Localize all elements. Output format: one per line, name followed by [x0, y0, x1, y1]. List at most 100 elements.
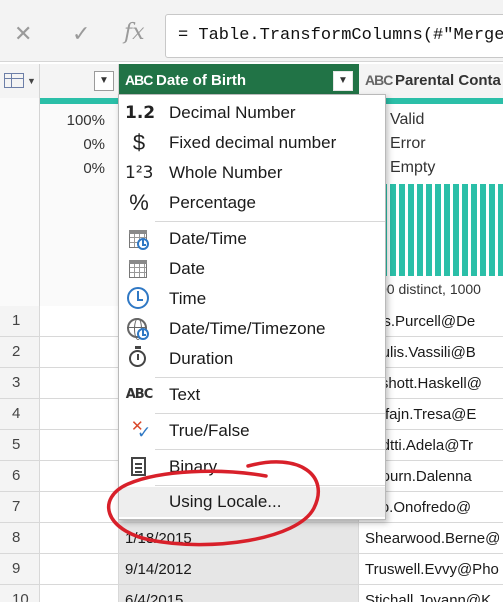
menu-item-label: Time	[169, 289, 207, 308]
table-icon[interactable]	[4, 73, 24, 88]
menu-item-label: Using Locale...	[169, 492, 282, 511]
row-number[interactable]: 4	[0, 399, 40, 430]
menu-item-label: Date	[169, 259, 205, 278]
index-cell[interactable]	[40, 461, 119, 492]
table-row: 10 6/4/2015 Stichall.Jovann@K	[0, 585, 503, 602]
formula-input[interactable]: = Table.TransformColumns(#"Merged	[165, 14, 503, 58]
menu-item-date[interactable]: Date	[119, 254, 385, 284]
column-filter-button[interactable]: ▼	[333, 71, 353, 91]
menu-divider	[155, 449, 385, 450]
distribution-bar	[408, 184, 414, 276]
menu-divider	[155, 377, 385, 378]
distribution-bar	[480, 184, 486, 276]
index-cell[interactable]	[40, 554, 119, 585]
column-filter-button[interactable]: ▼	[94, 71, 114, 91]
text-type-icon[interactable]: ABC	[125, 72, 153, 88]
menu-item-label: Percentage	[169, 193, 256, 212]
text-type-icon[interactable]: ABC	[365, 72, 393, 88]
distribution-bar	[471, 184, 477, 276]
formula-bar: ✕ ✓ fx = Table.TransformColumns(#"Merged	[0, 0, 503, 62]
fx-icon[interactable]: fx	[124, 20, 145, 45]
menu-item-decimal-number[interactable]: 1.2 Decimal Number	[119, 98, 385, 128]
valid-percent: 100%	[66, 112, 105, 129]
date-time-icon	[125, 226, 153, 252]
menu-item-using-locale[interactable]: Using Locale...	[119, 487, 385, 517]
index-cell[interactable]	[40, 523, 119, 554]
menu-divider	[155, 485, 385, 486]
duration-icon	[125, 346, 153, 372]
fixed-decimal-icon: $	[132, 130, 146, 155]
menu-divider	[155, 221, 385, 222]
menu-item-date-time-timezone[interactable]: Date/Time/Timezone	[119, 314, 385, 344]
row-number[interactable]: 6	[0, 461, 40, 492]
commit-icon[interactable]: ✓	[72, 22, 90, 47]
quality-bar	[40, 98, 119, 104]
table-row: 8 1/18/2015 Shearwood.Berne@	[0, 523, 503, 554]
row-number[interactable]: 2	[0, 337, 40, 368]
parental-contact-cell[interactable]: Truswell.Evvy@Pho	[359, 554, 503, 585]
menu-item-label: Date/Time/Timezone	[169, 319, 326, 338]
true-false-icon: ✕ ✓	[131, 417, 152, 443]
index-cell[interactable]	[40, 306, 119, 337]
date-time-timezone-icon	[125, 316, 153, 342]
row-number[interactable]: 10	[0, 585, 40, 602]
whole-number-icon: 1²3	[125, 163, 154, 183]
date-of-birth-cell[interactable]: 1/18/2015	[119, 523, 359, 554]
error-label: Error	[390, 135, 426, 152]
menu-item-text[interactable]: ABC Text	[119, 380, 385, 410]
row-number[interactable]: 1	[0, 306, 40, 337]
index-cell[interactable]	[40, 492, 119, 523]
column-profile-index: 100% 0% 0%	[40, 98, 119, 306]
text-icon: ABC	[125, 387, 154, 402]
menu-item-label: Duration	[169, 349, 234, 368]
index-cell[interactable]	[40, 430, 119, 461]
index-cell[interactable]	[40, 399, 119, 430]
row-number[interactable]: 9	[0, 554, 40, 585]
percentage-icon: %	[129, 190, 149, 215]
menu-item-label: Decimal Number	[169, 103, 296, 122]
menu-item-date-time[interactable]: Date/Time	[119, 224, 385, 254]
distribution-bar	[489, 184, 495, 276]
row-number[interactable]: 8	[0, 523, 40, 554]
cancel-icon[interactable]: ✕	[14, 22, 32, 47]
row-number[interactable]: 3	[0, 368, 40, 399]
parental-contact-cell[interactable]: Shearwood.Berne@	[359, 523, 503, 554]
table-menu-header[interactable]: ▼	[0, 64, 40, 98]
menu-item-true-false[interactable]: ✕ ✓ True/False	[119, 416, 385, 446]
profile-row-gutter	[0, 98, 40, 306]
menu-item-label: Binary	[169, 457, 218, 476]
index-cell[interactable]	[40, 337, 119, 368]
date-of-birth-cell[interactable]: 9/14/2012	[119, 554, 359, 585]
menu-item-label: True/False	[169, 421, 250, 440]
column-header-parental-contact[interactable]: ABC Parental Conta	[359, 64, 503, 98]
column-header-label: Date of Birth	[156, 72, 246, 89]
menu-item-label: Fixed decimal number	[169, 133, 337, 152]
menu-item-fixed-decimal[interactable]: $ Fixed decimal number	[119, 128, 385, 158]
row-number[interactable]: 5	[0, 430, 40, 461]
empty-percent: 0%	[83, 160, 105, 177]
menu-item-whole-number[interactable]: 1²3 Whole Number	[119, 158, 385, 188]
chevron-down-icon[interactable]: ▼	[27, 76, 36, 86]
column-header-date-of-birth[interactable]: ABC Date of Birth ▼	[119, 64, 359, 98]
menu-item-binary[interactable]: Binary	[119, 452, 385, 482]
date-of-birth-cell[interactable]: 6/4/2015	[119, 585, 359, 602]
menu-item-duration[interactable]: Duration	[119, 344, 385, 374]
menu-item-time[interactable]: Time	[119, 284, 385, 314]
decimal-number-icon: 1.2	[125, 103, 156, 123]
column-header-label: Parental Conta	[395, 72, 501, 89]
menu-item-percentage[interactable]: % Percentage	[119, 188, 385, 218]
distribution-bar	[390, 184, 396, 276]
column-header-index[interactable]: ▼	[40, 64, 119, 98]
chevron-down-icon: ▼	[99, 75, 109, 86]
error-percent: 0%	[83, 136, 105, 153]
parental-contact-cell[interactable]: Stichall.Jovann@K	[359, 585, 503, 602]
index-cell[interactable]	[40, 585, 119, 602]
distribution-bar	[399, 184, 405, 276]
distribution-bar	[498, 184, 503, 276]
row-number[interactable]: 7	[0, 492, 40, 523]
index-cell[interactable]	[40, 368, 119, 399]
distribution-bar	[453, 184, 459, 276]
menu-item-label: Text	[169, 385, 201, 404]
distribution-bar	[462, 184, 468, 276]
change-type-menu: 1.2 Decimal Number $ Fixed decimal numbe…	[118, 94, 386, 520]
